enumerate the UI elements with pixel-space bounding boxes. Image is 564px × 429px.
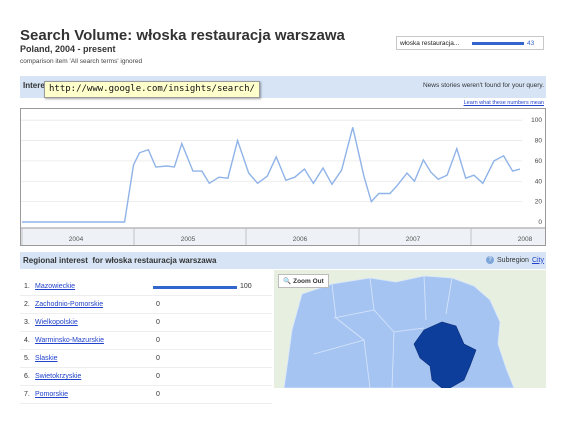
subregion-label: Subregion xyxy=(497,256,529,264)
region-rank: 5. xyxy=(24,355,30,362)
region-row: 3. Wielkopolskie 0 xyxy=(20,314,272,332)
chart-border xyxy=(20,108,546,246)
help-icon[interactable]: ? xyxy=(486,256,495,264)
x-tick-label: 2007 xyxy=(406,236,421,243)
region-name-link[interactable]: Swietokrzyskie xyxy=(35,373,81,380)
zoom-out-button[interactable]: 🔍 Zoom Out xyxy=(278,274,329,288)
region-value: 100 xyxy=(240,283,252,290)
region-value: 0 xyxy=(156,391,160,398)
x-tick-label: 2005 xyxy=(181,236,196,243)
x-tick-label: 2006 xyxy=(293,236,308,243)
region-row: 4. Warminsko-Mazurskie 0 xyxy=(20,332,272,350)
region-rank: 1. xyxy=(24,283,30,290)
region-row: 2. Zachodnio-Pomorskie 0 xyxy=(20,296,272,314)
regional-section-title: Regional interest for włoska restauracja… xyxy=(23,256,216,265)
region-value: 0 xyxy=(156,301,160,308)
search-term-bar xyxy=(472,41,524,45)
learn-numbers-link[interactable]: Learn what these numbers mean xyxy=(464,100,544,106)
region-name-link[interactable]: Slaskie xyxy=(35,355,58,362)
region-value: 0 xyxy=(156,373,160,380)
region-value: 0 xyxy=(156,355,160,362)
interest-over-time-chart: 0 20 40 60 80 100 2004 2005 2006 2007 2008 xyxy=(20,108,546,246)
y-tick-label: 40 xyxy=(535,178,543,185)
search-term-summary[interactable]: włoska restauracja... 43 xyxy=(396,36,544,50)
map-base-regions[interactable] xyxy=(283,275,515,388)
region-rank: 7. xyxy=(24,391,30,398)
region-row: 5. Slaskie 0 xyxy=(20,350,272,368)
page-title: Search Volume: włoska restauracja warsza… xyxy=(20,27,345,44)
comparison-note: comparison item 'All search terms' ignor… xyxy=(20,58,143,65)
region-rank: 2. xyxy=(24,301,30,308)
y-tick-label: 0 xyxy=(538,219,542,226)
region-list: 1. Mazowieckie 100 2. Zachodnio-Pomorskie 0 3.… xyxy=(20,278,272,404)
region-rank: 4. xyxy=(24,337,30,344)
y-tick-label: 100 xyxy=(531,117,542,124)
url-tooltip: http://www.google.com/insights/search/ xyxy=(44,81,260,98)
magnifier-icon: 🔍 xyxy=(283,278,292,285)
y-tick-label: 60 xyxy=(535,158,543,165)
region-row: 1. Mazowieckie 100 xyxy=(20,278,272,296)
search-term-label: włoska restauracja... xyxy=(400,39,460,47)
x-tick-label: 2008 xyxy=(518,236,533,243)
region-name-link[interactable]: Zachodnio-Pomorskie xyxy=(35,301,103,308)
region-name-link[interactable]: Warminsko-Mazurskie xyxy=(35,337,104,344)
region-rank: 3. xyxy=(24,319,30,326)
y-tick-label: 20 xyxy=(535,199,543,206)
region-name-link[interactable]: Pomorskie xyxy=(35,391,68,398)
region-row: 6. Swietokrzyskie 0 xyxy=(20,368,272,386)
region-value-bar xyxy=(153,286,237,289)
search-term-value: 43 xyxy=(527,39,535,47)
x-tick-label: 2004 xyxy=(69,236,84,243)
region-name-link[interactable]: Wielkopolskie xyxy=(35,319,78,326)
region-rank: 6. xyxy=(24,373,30,380)
subregion-control: ? Subregion City xyxy=(486,256,544,264)
y-tick-label: 80 xyxy=(535,138,543,145)
regional-title-term: for włoska restauracja warszawa xyxy=(92,256,217,265)
regional-title-main: Regional interest xyxy=(23,256,88,265)
news-stories-note: News stories weren't found for your quer… xyxy=(422,82,544,89)
region-value: 0 xyxy=(156,319,160,326)
location-date-subtitle: Poland, 2004 - present xyxy=(20,44,116,54)
zoom-out-label: Zoom Out xyxy=(293,277,324,285)
region-name-link[interactable]: Mazowieckie xyxy=(35,283,75,290)
x-axis-strip xyxy=(20,227,546,246)
region-row: 7. Pomorskie 0 xyxy=(20,386,272,404)
region-value: 0 xyxy=(156,337,160,344)
city-link[interactable]: City xyxy=(532,257,544,264)
